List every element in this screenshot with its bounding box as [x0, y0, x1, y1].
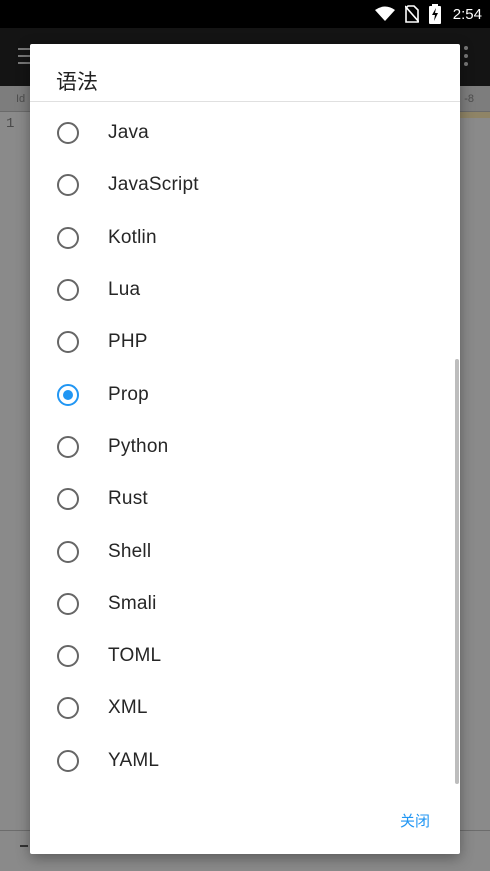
option-label: Python	[108, 435, 169, 457]
option-php[interactable]: PHP	[30, 316, 460, 368]
radio-button[interactable]	[57, 122, 79, 145]
radio-button[interactable]	[57, 488, 79, 511]
option-label: Prop	[108, 383, 149, 405]
option-xml[interactable]: XML	[30, 682, 460, 734]
dialog-divider	[30, 101, 460, 102]
option-shell[interactable]: Shell	[30, 525, 460, 577]
radio-button[interactable]	[57, 174, 79, 197]
radio-button-checked[interactable]	[57, 383, 79, 406]
more-options-icon	[464, 46, 468, 66]
radio-button[interactable]	[57, 540, 79, 563]
option-javascript[interactable]: JavaScript	[30, 159, 460, 211]
option-yaml[interactable]: YAML	[30, 735, 460, 787]
status-bar: 2:54	[0, 0, 490, 28]
editor-accent-strip	[460, 112, 490, 118]
option-label: XML	[108, 697, 148, 719]
close-button[interactable]: 关闭	[400, 810, 430, 831]
option-label: Java	[108, 122, 149, 144]
option-label: Lua	[108, 279, 141, 301]
option-label: Rust	[108, 488, 148, 510]
radio-button[interactable]	[57, 697, 79, 720]
radio-button[interactable]	[57, 279, 79, 302]
radio-button[interactable]	[57, 749, 79, 772]
option-label: PHP	[108, 331, 148, 353]
option-label: Kotlin	[108, 226, 157, 248]
syntax-dialog: 语法 Java JavaScript Kotlin Lua PHP Prop P…	[30, 44, 460, 854]
battery-charging-icon	[428, 4, 441, 24]
radio-button[interactable]	[57, 645, 79, 668]
syntax-option-list: Java JavaScript Kotlin Lua PHP Prop Pyth…	[30, 107, 460, 787]
radio-button[interactable]	[57, 592, 79, 615]
option-prop[interactable]: Prop	[30, 368, 460, 420]
option-lua[interactable]: Lua	[30, 264, 460, 316]
option-label: Shell	[108, 540, 152, 562]
status-time: 2:54	[452, 5, 482, 23]
line-number: 1	[6, 116, 15, 132]
dash-glyph	[20, 845, 28, 847]
tab-label-left: Id	[16, 93, 26, 105]
tab-label-right: -8	[464, 93, 474, 105]
option-java[interactable]: Java	[30, 107, 460, 159]
option-label: Smali	[108, 592, 157, 614]
option-rust[interactable]: Rust	[30, 473, 460, 525]
option-smali[interactable]: Smali	[30, 578, 460, 630]
no-sim-icon	[404, 5, 419, 23]
wifi-icon	[374, 6, 395, 22]
radio-button[interactable]	[57, 331, 79, 354]
option-toml[interactable]: TOML	[30, 630, 460, 682]
dialog-title: 语法	[56, 70, 98, 94]
option-python[interactable]: Python	[30, 421, 460, 473]
option-kotlin[interactable]: Kotlin	[30, 212, 460, 264]
radio-button[interactable]	[57, 435, 79, 458]
radio-button[interactable]	[57, 226, 79, 249]
list-scrollbar[interactable]	[455, 359, 459, 784]
option-label: JavaScript	[108, 174, 199, 196]
option-label: TOML	[108, 645, 162, 667]
option-label: YAML	[108, 749, 160, 771]
